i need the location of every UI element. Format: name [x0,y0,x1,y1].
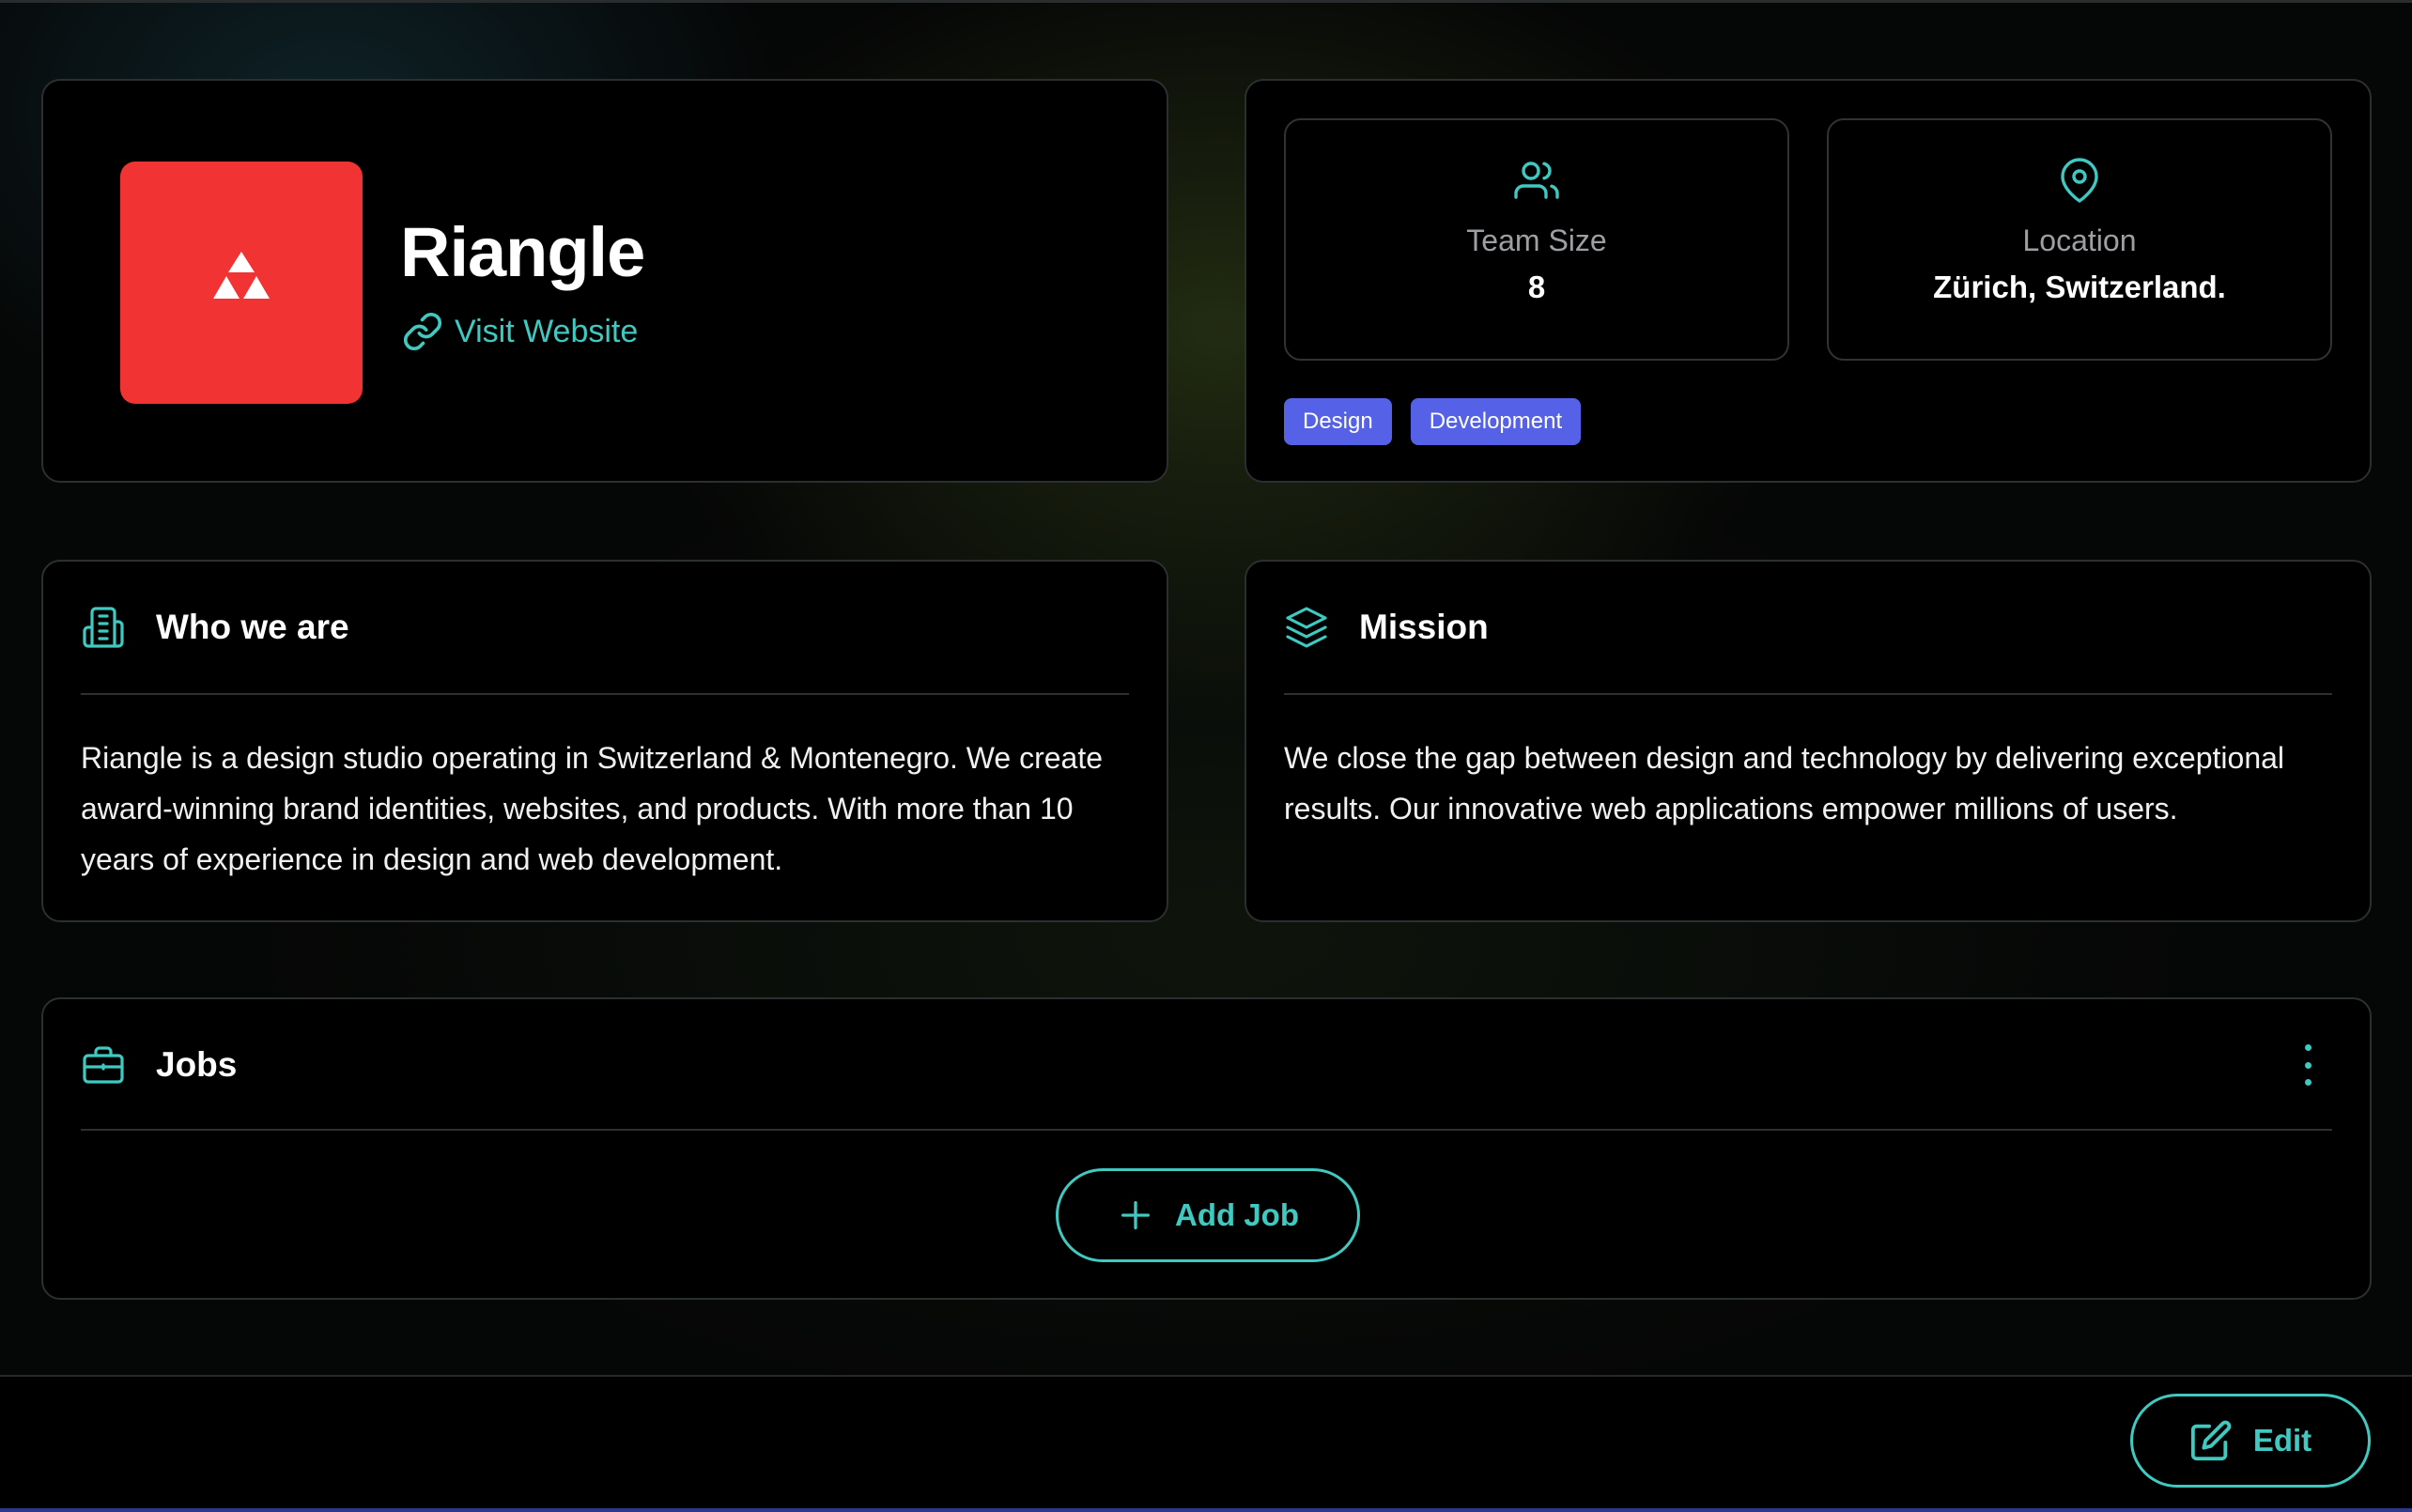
mission-text: We close the gap between design and tech… [1284,741,2285,825]
plus-icon [1121,1201,1150,1229]
jobs-card: Jobs Add Job [41,997,2372,1300]
jobs-header: Jobs [81,1037,2332,1093]
jobs-title: Jobs [156,1045,238,1084]
divider [81,693,1129,695]
team-size-label: Team Size [1466,224,1607,257]
edit-button[interactable]: Edit [2130,1394,2371,1488]
company-logo [120,162,363,404]
team-size-stat: Team Size 8 [1284,118,1789,361]
mission-card: Mission We close the gap between design … [1245,560,2372,922]
tag-design[interactable]: Design [1284,398,1392,445]
more-vertical-icon[interactable] [2298,1044,2317,1086]
top-border [0,0,2412,3]
add-job-button[interactable]: Add Job [1056,1168,1360,1262]
bottom-accent-line [0,1508,2412,1512]
visit-website-link[interactable]: Visit Website [402,306,638,357]
location-label: Location [2022,224,2137,257]
who-we-are-card: Who we are Riangle is a design studio op… [41,560,1168,922]
mission-header: Mission [1284,599,2332,656]
who-we-are-text: Riangle is a design studio operating in … [81,741,1104,876]
location-stat: Location Zürich, Switzerland. [1827,118,2332,361]
add-job-label: Add Job [1175,1197,1299,1232]
tag-list: Design Development [1284,398,1582,445]
bottom-action-bar [0,1375,2412,1512]
layers-icon [1286,607,1327,648]
building-icon [83,607,124,648]
who-we-are-header: Who we are [81,599,1129,656]
team-size-value: 8 [1527,270,1546,304]
mission-title: Mission [1359,608,1489,646]
company-profile-card: Riangle Visit Website [41,79,1168,483]
triangle-logo-icon [213,252,270,299]
link-icon [403,312,442,351]
divider [81,1129,2332,1131]
who-we-are-title: Who we are [156,608,349,646]
visit-website-label: Visit Website [455,313,639,349]
map-pin-icon [2061,158,2098,203]
users-icon [1514,162,1559,199]
location-value: Zürich, Switzerland. [1933,270,2226,304]
tag-development[interactable]: Development [1410,398,1582,445]
company-stats-card: Team Size 8 Location Zürich, Switzerland… [1245,79,2372,483]
divider [1284,693,2332,695]
briefcase-icon [83,1046,124,1084]
edit-label: Edit [2252,1423,2312,1458]
company-name: Riangle [400,213,645,291]
edit-icon [2190,1420,2232,1461]
